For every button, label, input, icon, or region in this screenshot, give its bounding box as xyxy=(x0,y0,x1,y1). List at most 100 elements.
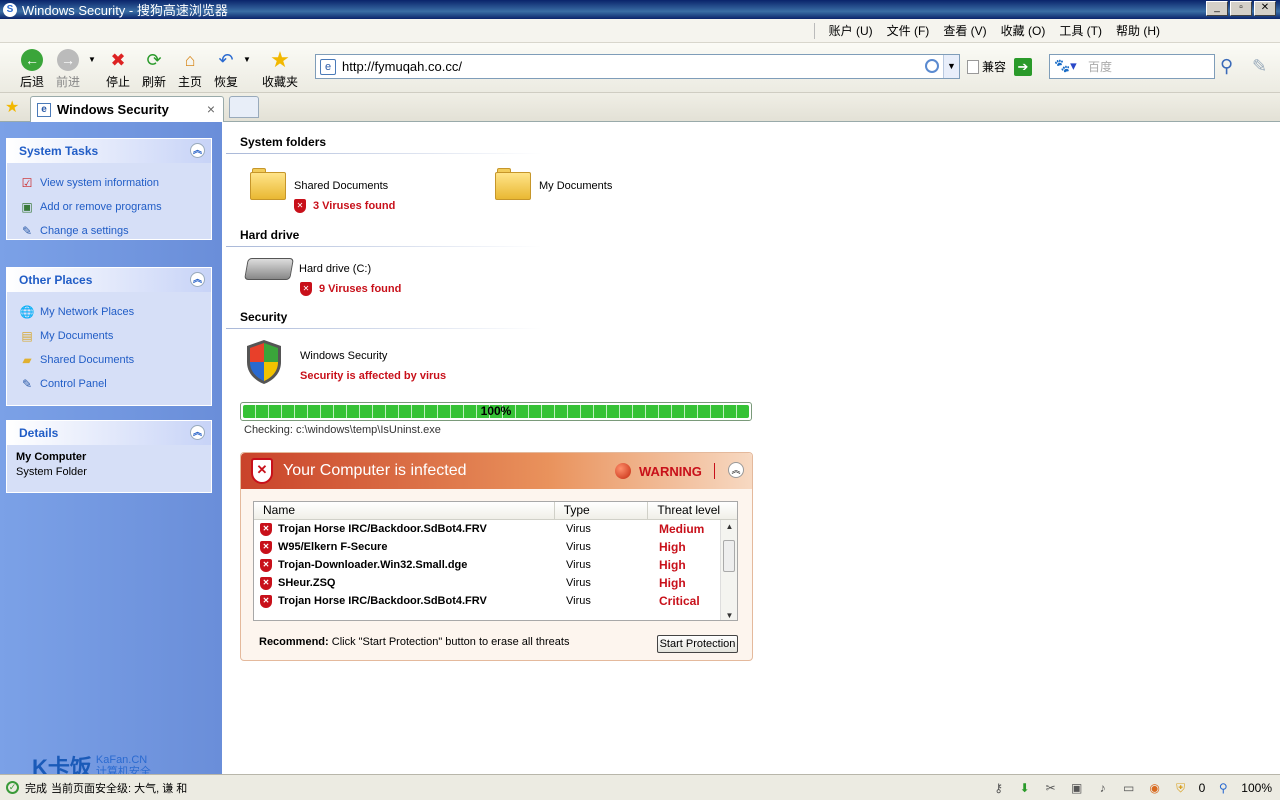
main-content: System folders Shared Documents ✕ 3 Virus… xyxy=(222,122,1280,774)
minimize-button[interactable]: _ xyxy=(1206,1,1228,16)
menu-favorites[interactable]: 收藏 (O) xyxy=(1001,22,1046,39)
sidebar-item-my-documents[interactable]: ▤ My Documents xyxy=(7,324,211,348)
hard-drive-icon[interactable] xyxy=(244,258,294,280)
column-type[interactable]: Type xyxy=(555,502,649,519)
favorites-button[interactable]: ★ 收藏夹 xyxy=(258,49,302,90)
progress-fill: 100% xyxy=(243,405,749,418)
details-header[interactable]: Details ︽ xyxy=(7,421,211,445)
security-heading: Security xyxy=(240,310,288,324)
menu-account[interactable]: 账户 (U) xyxy=(829,22,873,39)
sidebar-item-label: View system information xyxy=(40,177,160,189)
speaker-icon[interactable]: ♪ xyxy=(1095,780,1111,796)
table-row[interactable]: ✕ SHeur.ZSQ Virus High xyxy=(254,574,737,592)
zoom-level[interactable]: 100% xyxy=(1241,781,1272,795)
kafan-site: KaFan.CN xyxy=(95,754,148,766)
address-bar[interactable]: e http://fymuqah.co.cc/ ▼ xyxy=(315,54,960,79)
menu-tools[interactable]: 工具 (T) xyxy=(1059,22,1102,39)
shared-folder-icon[interactable] xyxy=(250,168,286,200)
go-arrow-icon[interactable]: ➔ xyxy=(1014,58,1032,76)
search-box[interactable]: 🐾▾ 百度 xyxy=(1049,54,1215,79)
table-scrollbar[interactable]: ▲ ▼ xyxy=(720,520,737,620)
search-placeholder: 百度 xyxy=(1088,60,1113,74)
scroll-down-icon[interactable]: ▼ xyxy=(721,611,737,620)
scroll-thumb[interactable] xyxy=(723,540,735,572)
compat-mode-button[interactable]: 兼容 xyxy=(967,58,1006,75)
security-icon[interactable] xyxy=(925,59,939,73)
zoom-icon[interactable]: ⚲ xyxy=(1215,780,1231,796)
status-count: 0 xyxy=(1198,781,1206,795)
tab-close-icon[interactable]: × xyxy=(207,101,215,117)
window-icon[interactable]: ▭ xyxy=(1121,780,1137,796)
system-info-icon: ☑ xyxy=(21,176,33,190)
restore-label: 恢复 xyxy=(213,75,238,89)
restore-dropdown-icon[interactable]: ▼ xyxy=(243,55,251,64)
my-documents-label[interactable]: My Documents xyxy=(539,180,612,192)
divider xyxy=(226,328,542,329)
sidebar-item-add-remove-programs[interactable]: ▣ Add or remove programs xyxy=(7,195,211,219)
menu-help[interactable]: 帮助 (H) xyxy=(1116,22,1160,39)
eye-icon[interactable]: ◉ xyxy=(1147,780,1163,796)
security-status-text: Security is affected by virus xyxy=(300,370,447,382)
threat-level: Critical xyxy=(659,594,700,608)
privacy-icon[interactable]: ⚷ xyxy=(991,780,1007,796)
forward-button[interactable]: → 前进 xyxy=(48,49,88,90)
details-title: Details xyxy=(19,426,59,440)
home-button[interactable]: ⌂ 主页 xyxy=(170,49,210,90)
documents-icon: ▤ xyxy=(21,329,33,343)
other-places-header[interactable]: Other Places ︽ xyxy=(7,268,211,292)
back-button[interactable]: ← 后退 xyxy=(12,49,52,90)
threat-type: Virus xyxy=(566,577,591,589)
new-tab-button[interactable] xyxy=(229,96,259,118)
threat-level: High xyxy=(659,540,686,554)
download-icon[interactable]: ⬇ xyxy=(1017,780,1033,796)
restore-button[interactable]: ↶ 恢复 xyxy=(206,49,246,90)
windows-security-shield-icon[interactable] xyxy=(244,338,284,386)
threat-shield-icon: ✕ xyxy=(260,540,272,554)
collapse-icon[interactable]: ︽ xyxy=(190,272,205,287)
collapse-icon[interactable]: ︽ xyxy=(728,462,744,478)
progress-text: 100% xyxy=(480,404,512,418)
close-button[interactable]: ✕ xyxy=(1254,1,1276,16)
sidebar-item-control-panel[interactable]: ✎ Control Panel xyxy=(7,372,211,396)
tools-icon[interactable]: ✂ xyxy=(1043,780,1059,796)
sidebar-item-change-settings[interactable]: ✎ Change a settings xyxy=(7,219,211,243)
pen-icon[interactable]: ✎ xyxy=(1252,56,1267,77)
stop-button[interactable]: ✖ 停止 xyxy=(98,49,138,90)
menu-view[interactable]: 查看 (V) xyxy=(943,22,986,39)
table-row[interactable]: ✕ Trojan Horse IRC/Backdoor.SdBot4.FRV Vir… xyxy=(254,592,737,610)
column-threat-level[interactable]: Threat level xyxy=(648,502,737,519)
table-row[interactable]: ✕ Trojan-Downloader.Win32.Small.dge Virus H… xyxy=(254,556,737,574)
collapse-icon[interactable]: ︽ xyxy=(190,143,205,158)
scroll-up-icon[interactable]: ▲ xyxy=(721,522,737,531)
start-protection-button[interactable]: Start Protection xyxy=(657,635,738,653)
star-icon: ★ xyxy=(270,47,290,72)
url-text[interactable]: http://fymuqah.co.cc/ xyxy=(342,59,462,74)
hard-drive-label[interactable]: Hard drive (C:) xyxy=(299,263,371,275)
tab-windows-security[interactable]: e Windows Security × xyxy=(30,96,224,122)
tab-bar: ★ e Windows Security × xyxy=(0,93,1280,122)
system-tasks-header[interactable]: System Tasks ︽ xyxy=(7,139,211,163)
shared-documents-label[interactable]: Shared Documents xyxy=(294,180,388,192)
forward-dropdown-icon[interactable]: ▼ xyxy=(88,55,96,64)
sidebar-item-network-places[interactable]: 🌐 My Network Places xyxy=(7,300,211,324)
table-row[interactable]: ✕ W95/Elkern F-Secure Virus High xyxy=(254,538,737,556)
threat-name: W95/Elkern F-Secure xyxy=(278,541,388,553)
menu-file[interactable]: 文件 (F) xyxy=(887,22,930,39)
maximize-button[interactable]: ▫ xyxy=(1230,1,1252,16)
sidebar-item-shared-documents[interactable]: ▰ Shared Documents xyxy=(7,348,211,372)
virus-shield-icon: ✕ xyxy=(294,198,306,213)
my-documents-folder-icon[interactable] xyxy=(495,168,531,200)
screenshot-icon[interactable]: ▣ xyxy=(1069,780,1085,796)
column-name[interactable]: Name xyxy=(254,502,555,519)
table-row[interactable]: ✕ Trojan Horse IRC/Backdoor.SdBot4.FRV Vir… xyxy=(254,520,737,538)
sidebar-item-view-system-info[interactable]: ☑ View system information xyxy=(7,171,211,195)
favorites-star-icon[interactable]: ★ xyxy=(5,97,19,117)
collapse-icon[interactable]: ︽ xyxy=(190,425,205,440)
ie-page-icon: e xyxy=(37,102,51,117)
threat-level: High xyxy=(659,576,686,590)
shield-status-icon[interactable]: ⛨ xyxy=(1173,780,1189,796)
baidu-paw-icon[interactable]: 🐾▾ xyxy=(1054,58,1078,76)
refresh-button[interactable]: ⟳ 刷新 xyxy=(134,49,174,90)
search-magnifier-icon[interactable]: ⚲ xyxy=(1220,56,1233,77)
address-dropdown-icon[interactable]: ▼ xyxy=(943,55,959,78)
